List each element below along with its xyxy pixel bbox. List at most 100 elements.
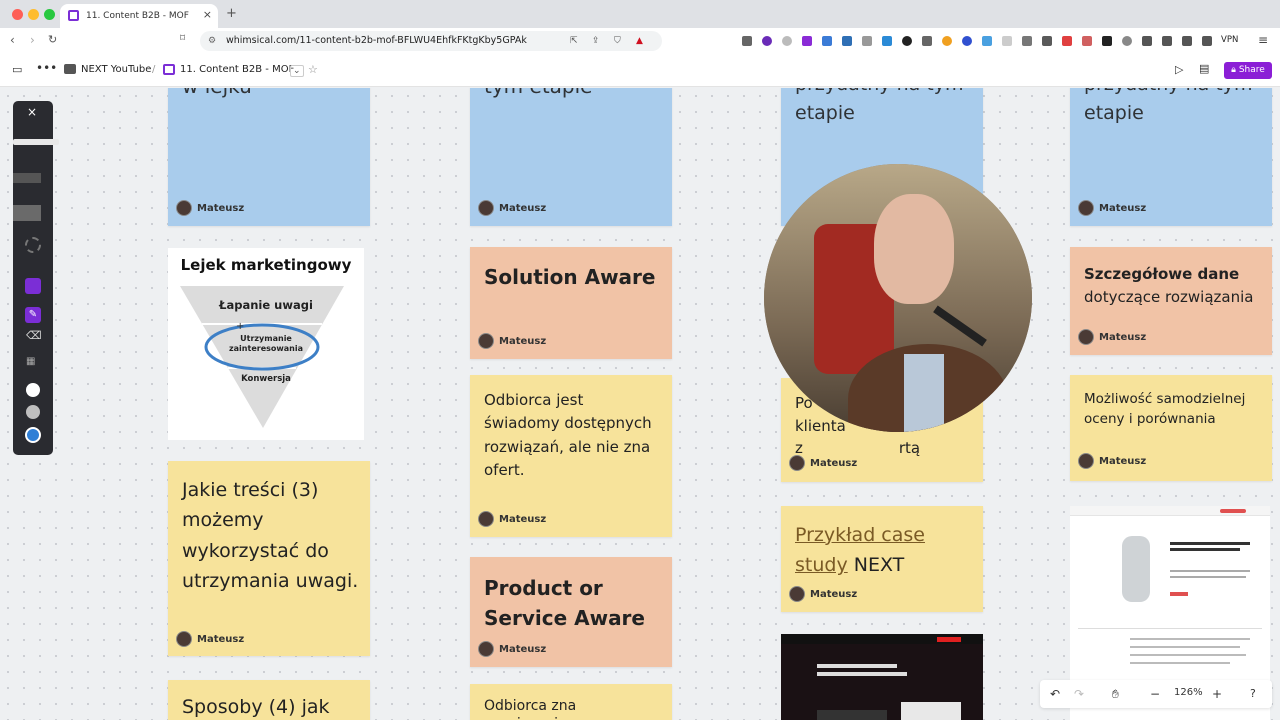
extension-icon[interactable] [1002, 36, 1012, 46]
extension-icon[interactable] [1042, 36, 1052, 46]
more-options-icon[interactable]: ••• [36, 61, 57, 75]
breadcrumb-doc[interactable]: 11. Content B2B - MOF [180, 64, 294, 75]
vpn-badge[interactable]: VPN [1221, 35, 1238, 45]
extension-icon[interactable] [1082, 36, 1092, 46]
sticky-note-details[interactable]: Szczegółowe dane dotyczące rozwiązania M… [1070, 247, 1272, 355]
extension-icon[interactable] [1022, 36, 1032, 46]
color-grid-icon[interactable]: ▦ [26, 356, 35, 367]
extension-icon[interactable] [962, 36, 972, 46]
avatar [176, 200, 192, 216]
extension-icon[interactable] [822, 36, 832, 46]
tab-title: 11. Content B2B - MOF [86, 11, 189, 21]
extension-icon[interactable] [942, 36, 952, 46]
sticky-note-self-assess[interactable]: Możliwość samodzielnej oceny i porównani… [1070, 375, 1272, 481]
extension-icon[interactable] [1102, 36, 1112, 46]
pencil-icon[interactable]: ✎ [25, 307, 41, 323]
screenshot-text-line [1130, 638, 1250, 640]
address-bar[interactable]: ⚙ whimsical.com/11-content-b2b-mof-BFLWU… [200, 31, 662, 51]
note-author: Mateusz [176, 631, 244, 647]
note-text: przydatny na tym etapie [795, 88, 964, 125]
close-icon[interactable]: × [27, 105, 37, 119]
shapes-icon[interactable] [25, 278, 41, 294]
extension-icon[interactable] [902, 36, 912, 46]
color-blue-swatch[interactable] [25, 427, 41, 443]
eraser-icon[interactable]: ⌫ [26, 329, 42, 342]
help-button[interactable]: ? [1250, 687, 1256, 700]
extension-icon[interactable] [1122, 36, 1132, 46]
funnel-image[interactable]: Lejek marketingowy Łapanie uwagi Utrzyma… [168, 248, 364, 440]
screenshot-text-line [1130, 654, 1246, 656]
extension-icon[interactable] [742, 36, 752, 46]
website-screenshot-next[interactable] [781, 634, 983, 720]
screenshot-thumbnail [817, 710, 887, 720]
sticky-note-col4-top[interactable]: przydatny na tym etapie Mateusz [1070, 88, 1272, 226]
redo-icon[interactable]: ↷ [1074, 687, 1084, 701]
whiteboard-canvas[interactable]: w lejku Mateusz Lejek marketingowy Łapan… [0, 88, 1280, 720]
sticky-note-product-aware[interactable]: Product or Service Aware Mateusz [470, 557, 672, 667]
open-in-app-icon[interactable]: ⇱ [570, 31, 578, 51]
new-tab-icon[interactable]: + [226, 6, 237, 21]
zoom-controls: ↶ ↷ ✋︎ − 126% + ? [1040, 680, 1272, 708]
extension-icon[interactable] [782, 36, 792, 46]
close-tab-icon[interactable]: × [203, 8, 212, 21]
sticky-note-product-desc[interactable]: Odbiorca zna rozwiązania [470, 684, 672, 720]
sidebar-toggle-icon[interactable]: ▭ [12, 63, 22, 76]
sticky-note-content-question[interactable]: Jakie treści (3) możemy wykorzystać do u… [168, 461, 370, 656]
sidebar-toggle-icon[interactable] [1162, 36, 1172, 46]
lasso-icon[interactable] [25, 237, 41, 253]
wallet-icon[interactable] [1182, 36, 1192, 46]
puzzle-extensions-icon[interactable] [1142, 36, 1152, 46]
browser-tab-active[interactable]: 11. Content B2B - MOF × [60, 4, 218, 28]
sticky-note-case-study[interactable]: Przykład case study NEXT Mateusz [781, 506, 983, 612]
extension-icon[interactable] [982, 36, 992, 46]
zoom-in-button[interactable]: + [1212, 687, 1222, 701]
url-text: whimsical.com/11-content-b2b-mof-BFLWU4E… [226, 35, 527, 46]
sticky-note-solution-aware[interactable]: Solution Aware Mateusz [470, 247, 672, 359]
screenshot-thumbnail [901, 702, 961, 720]
zoom-level[interactable]: 126% [1174, 687, 1203, 698]
shield-icon[interactable]: ⛉ [614, 31, 621, 51]
undo-icon[interactable]: ↶ [1050, 687, 1060, 701]
extension-icon[interactable] [1062, 36, 1072, 46]
highlighter-tool-icon[interactable] [13, 205, 41, 221]
share-page-icon[interactable]: ⇪ [592, 31, 600, 51]
bookmark-icon[interactable]: ⌑ [180, 33, 185, 44]
note-author: Mateusz [1078, 200, 1146, 216]
marker-tool-icon[interactable] [13, 173, 41, 183]
color-white-swatch[interactable] [26, 383, 40, 397]
extension-icon[interactable] [842, 36, 852, 46]
browser-menu-icon[interactable]: ≡ [1258, 33, 1268, 47]
star-icon[interactable]: ☆ [308, 63, 318, 76]
funnel-stage-2-line1: Utrzymanie [240, 334, 292, 343]
author-name: Mateusz [499, 335, 547, 347]
chevron-down-icon[interactable]: ⌄ [290, 65, 304, 77]
breadcrumb-folder[interactable]: NEXT YouTube [81, 64, 151, 75]
extension-icon[interactable] [922, 36, 932, 46]
zoom-out-button[interactable]: − [1150, 687, 1160, 701]
present-icon[interactable]: ▷ [1175, 63, 1183, 76]
back-icon[interactable]: ‹ [10, 33, 15, 47]
maximize-window-button[interactable] [44, 9, 55, 20]
extension-icon[interactable] [862, 36, 872, 46]
hand-tool-icon[interactable]: ✋︎ [1112, 687, 1119, 702]
extension-icon[interactable] [802, 36, 812, 46]
minimize-window-button[interactable] [28, 9, 39, 20]
warning-icon[interactable]: ▲ [636, 31, 643, 51]
author-name: Mateusz [499, 202, 547, 214]
comments-icon[interactable]: ▤ [1199, 62, 1209, 75]
sticky-note-col2-top[interactable]: tym etapie Mateusz [470, 88, 672, 226]
reload-icon[interactable]: ↻ [48, 33, 57, 46]
forward-icon[interactable]: › [30, 33, 35, 47]
sticky-note-ways[interactable]: Sposoby (4) jak [168, 680, 370, 720]
share-button[interactable]: 🔒︎ Share [1224, 62, 1272, 79]
extension-icon[interactable] [1202, 36, 1212, 46]
pen-tool-icon[interactable] [13, 139, 59, 145]
site-info-icon[interactable]: ⚙ [208, 31, 216, 51]
close-window-button[interactable] [12, 9, 23, 20]
sticky-note-col1-top[interactable]: w lejku Mateusz [168, 88, 370, 226]
extension-icon[interactable] [762, 36, 772, 46]
author-name: Mateusz [810, 588, 858, 600]
color-gray-swatch[interactable] [26, 405, 40, 419]
sticky-note-solution-desc[interactable]: Odbiorca jest świadomy dostępnych rozwią… [470, 375, 672, 537]
extension-icon[interactable] [882, 36, 892, 46]
